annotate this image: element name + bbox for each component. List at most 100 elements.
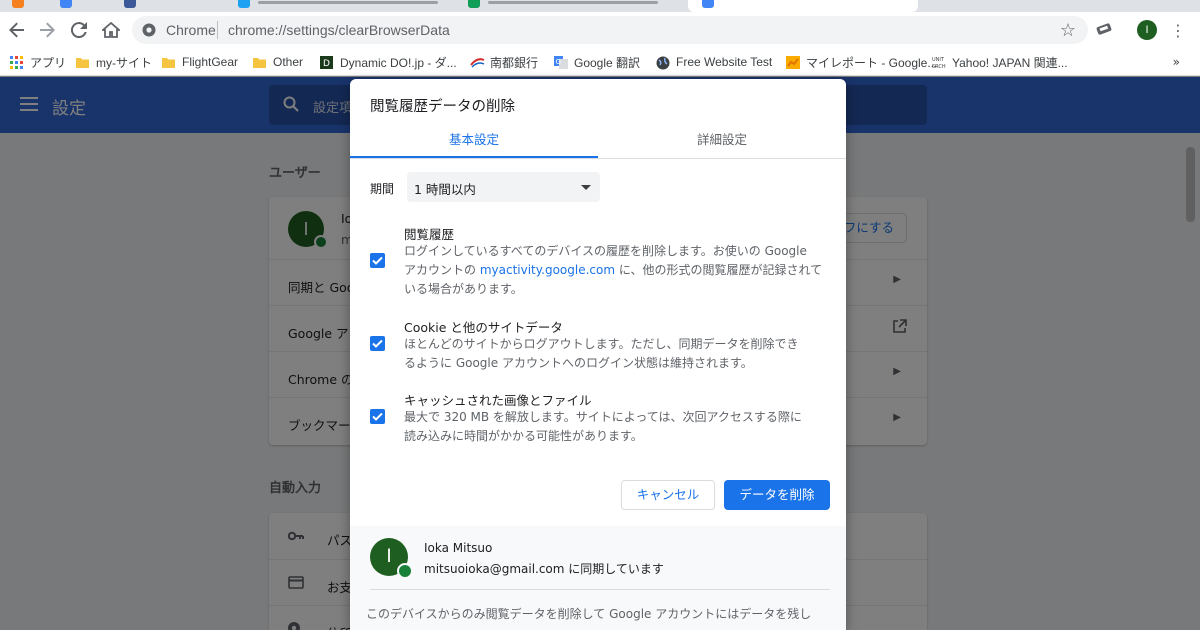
option-title: 閲覧履歴 [404, 227, 455, 242]
sync-account-name: Ioka Mitsuo [424, 541, 493, 555]
bookmark-item[interactable]: G Google 翻訳 [554, 53, 640, 71]
description-line: ログインしているすべてのデバイスの履歴を削除します。お使いの Google [404, 244, 807, 258]
footer-divider [370, 589, 830, 590]
option-title: Cookie と他のサイトデータ [404, 320, 563, 335]
tab-favicon [124, 0, 136, 8]
bookmark-folder[interactable]: Other [253, 53, 303, 71]
footer-note: このデバイスからのみ閲覧データを削除して Google アカウントにはデータを残… [366, 607, 812, 621]
tab-title [488, 1, 658, 4]
bookmark-folder[interactable]: FlightGear [162, 53, 238, 71]
tab-favicon [468, 0, 480, 8]
bookmark-label: アプリ [30, 55, 67, 70]
apps-grid-icon [10, 55, 23, 69]
settings-tab-favicon [702, 0, 714, 8]
browser-tab[interactable] [0, 0, 60, 12]
tab-favicon [12, 0, 24, 8]
bookmark-label: Dynamic DO!.jp - ダ... [340, 55, 457, 70]
yahoo-favicon: UNIT SRCH [932, 56, 946, 70]
bookmark-folder[interactable]: my-サイト [76, 53, 152, 71]
tab-basic[interactable]: 基本設定 [350, 129, 598, 159]
arrow-left-icon [9, 22, 24, 38]
forward-button[interactable] [34, 17, 60, 43]
folder-icon [162, 56, 175, 69]
cookies-checkbox[interactable] [370, 336, 385, 351]
checkmark-icon [372, 256, 383, 265]
description-line: ほとんどのサイトからログアウトします。ただし、同期データを削除でき [404, 337, 799, 351]
description-line: 読み込みに時間がかかる可能性があります。 [404, 429, 643, 443]
dropdown-arrow-icon [581, 185, 591, 190]
reload-button[interactable] [66, 17, 92, 43]
address-separator [217, 21, 218, 39]
tab-divider [350, 158, 846, 159]
bookmark-label: Other [273, 55, 304, 69]
description-line-with-link: アカウントの myactivity.google.com に、他の形式の閲覧履歴… [404, 261, 830, 280]
extension-icon[interactable] [1095, 20, 1113, 42]
bookmark-item[interactable]: UNIT SRCH Yahoo! JAPAN 関連... [932, 53, 1068, 71]
browsing-history-option: 閲覧履歴 ログインしているすべてのデバイスの履歴を削除します。お使いの Goog… [370, 224, 830, 299]
folder-icon [76, 56, 89, 69]
option-description: ほとんどのサイトからログアウトします。ただし、同期データを削除でき るように G… [404, 335, 830, 373]
clear-browsing-data-dialog: 閲覧履歴データの削除 基本設定 詳細設定 期間 1 時間以内 閲覧履歴 ログイン… [350, 79, 846, 630]
checkmark-icon [372, 412, 383, 421]
description-text: アカウントの [404, 263, 480, 277]
bookmark-label: 南都銀行 [490, 55, 539, 70]
address-bar[interactable]: Chrome chrome://settings/clearBrowserDat… [132, 16, 1088, 44]
bookmark-item[interactable]: 南都銀行 [470, 53, 538, 71]
dialog-footer: I Ioka Mitsuo mitsuoioka@gmail.com に同期して… [350, 526, 846, 630]
bookmark-label: マイレポート - Google... [806, 55, 938, 70]
profile-avatar-button[interactable]: I [1137, 20, 1157, 40]
tab-strip [0, 0, 1200, 12]
description-line: いる場合があります。 [404, 282, 523, 296]
bookmark-item[interactable]: D Dynamic DO!.jp - ダ... [320, 53, 457, 71]
sync-account-email: mitsuoioka@gmail.com に同期しています [424, 562, 664, 576]
bookmark-label: Free Website Test [676, 55, 773, 69]
time-range-value: 1 時間以内 [414, 182, 476, 197]
cache-checkbox[interactable] [370, 409, 385, 424]
myactivity-link[interactable]: myactivity.google.com [480, 263, 615, 277]
browser-tab[interactable] [462, 0, 682, 12]
tab-title [258, 1, 438, 4]
address-scheme-label: Chrome [166, 22, 216, 38]
bookmark-item[interactable]: マイレポート - Google... [786, 53, 937, 71]
bookmark-label: Google 翻訳 [574, 55, 641, 70]
svg-text:UNIT: UNIT [932, 57, 945, 63]
clear-data-button[interactable]: データを削除 [724, 480, 830, 510]
svg-text:SRCH: SRCH [932, 64, 946, 69]
avatar-initial: I [386, 546, 392, 567]
bookmark-apps[interactable]: アプリ [10, 53, 66, 71]
bookmarks-overflow-button[interactable]: » [1173, 55, 1180, 69]
browser-tab-active[interactable] [688, 0, 918, 12]
cookies-option: Cookie と他のサイトデータ ほとんどのサイトからログアウトします。ただし、… [370, 317, 830, 373]
tab-favicon [60, 0, 72, 8]
browser-tab[interactable] [920, 0, 1140, 12]
chrome-menu-icon[interactable]: ⋮ [1170, 21, 1186, 40]
bookmark-item[interactable]: Free Website Test [656, 53, 772, 71]
bookmarks-bar: アプリ my-サイト FlightGear Other D Dynamic DO!… [0, 48, 1200, 76]
browser-tab[interactable] [120, 0, 170, 12]
translate-icon: G [554, 55, 568, 69]
globe-icon [656, 56, 670, 69]
chrome-icon [142, 23, 156, 41]
home-button[interactable] [98, 17, 124, 43]
browser-toolbar: Chrome chrome://settings/clearBrowserDat… [0, 12, 1200, 48]
description-line: 最大で 320 MB を解放します。サイトによっては、次回アクセスする際に [404, 410, 802, 424]
checkmark-icon [372, 339, 383, 348]
tab-advanced[interactable]: 詳細設定 [598, 129, 846, 159]
bookmark-label: FlightGear [182, 55, 239, 69]
time-range-select[interactable]: 1 時間以内 [407, 172, 600, 202]
home-icon [102, 22, 120, 38]
browser-tab[interactable] [60, 0, 120, 12]
description-text: に、他の形式の閲覧履歴が記録されて [615, 263, 823, 277]
back-button[interactable] [4, 17, 30, 43]
option-description: 最大で 320 MB を解放します。サイトによっては、次回アクセスする際に 読み… [404, 408, 830, 446]
browsing-history-checkbox[interactable] [370, 253, 385, 268]
reload-icon [71, 22, 87, 38]
bookmark-label: my-サイト [96, 55, 152, 70]
bookmark-star-icon[interactable]: ☆ [1060, 20, 1076, 41]
tab-favicon [238, 0, 250, 8]
address-url[interactable]: chrome://settings/clearBrowserData [228, 22, 450, 38]
cache-option: キャッシュされた画像とファイル 最大で 320 MB を解放します。サイトによっ… [370, 390, 830, 446]
dynamic-do-favicon: D [320, 55, 333, 69]
browser-tab[interactable] [230, 0, 460, 12]
cancel-button[interactable]: キャンセル [621, 480, 715, 510]
